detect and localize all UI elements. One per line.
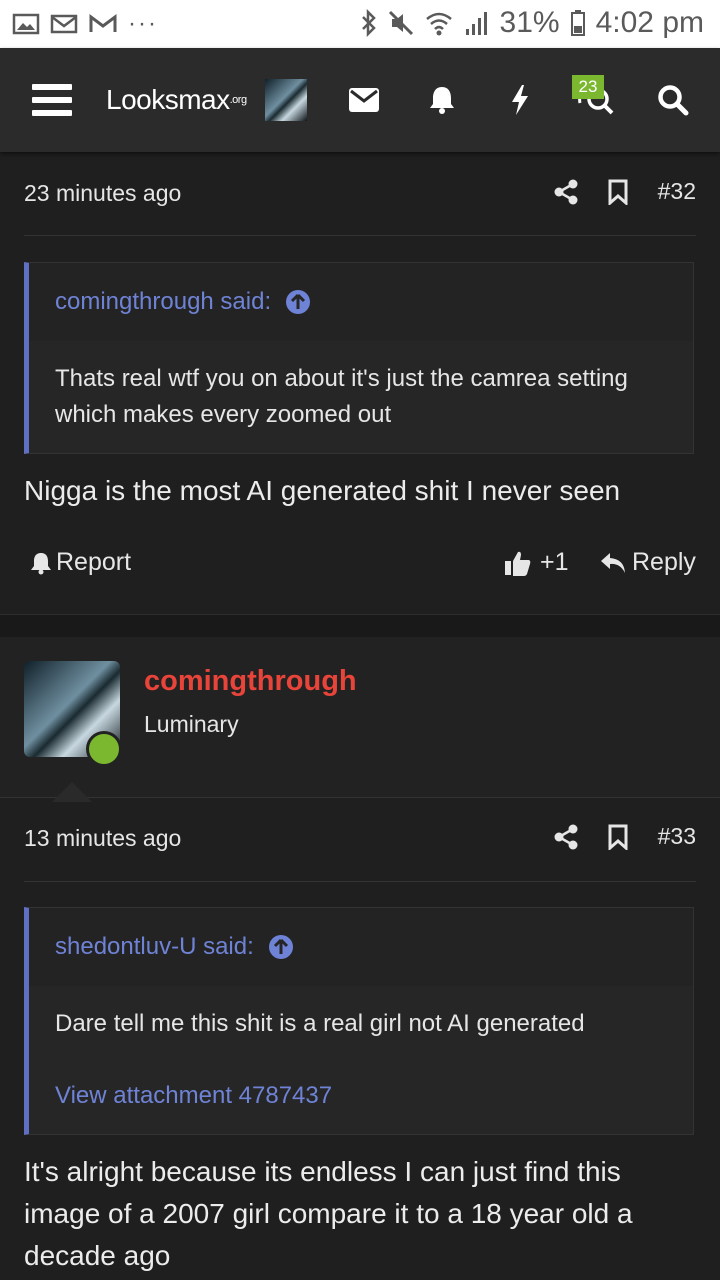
share-icon[interactable] — [554, 824, 578, 850]
search-button[interactable] — [656, 48, 690, 152]
battery-icon — [570, 10, 585, 36]
search-icon — [658, 85, 689, 116]
post-33-quote-text: Dare tell me this shit is a real girl no… — [55, 1010, 585, 1037]
wifi-icon — [425, 12, 452, 36]
post-32-actions: Report +1 Reply — [24, 544, 696, 584]
hamburger-icon — [32, 84, 72, 116]
post-32-tools: #32 — [554, 178, 696, 205]
post-33-quote-header: shedontluv-U said: — [29, 908, 693, 986]
inbox-button[interactable] — [346, 48, 382, 152]
like-count: +1 — [540, 548, 569, 576]
post-33-quote: shedontluv-U said: Dare tell me this shi… — [24, 907, 694, 1135]
battery-percent: 31% — [499, 6, 560, 39]
username[interactable]: comingthrough — [144, 665, 357, 698]
logo-text: Looksmax — [106, 84, 230, 115]
online-indicator — [86, 731, 122, 767]
post-32-quote-header: comingthrough said: — [29, 263, 693, 341]
post-33-time[interactable]: 13 minutes ago — [24, 825, 181, 852]
post-32-quote-text: Thats real wtf you on about it's just th… — [29, 341, 693, 453]
bell-icon — [430, 87, 454, 114]
post-32-body: Nigga is the most AI generated shit I ne… — [24, 475, 621, 506]
post-separator — [0, 614, 720, 638]
gmail-icon — [89, 14, 117, 32]
thumbs-up-icon — [505, 551, 531, 576]
post-33-body: It's alright because its endless I can j… — [24, 1156, 633, 1271]
conversations-badge: 23 — [572, 75, 604, 99]
top-navbar: Looksmax .org 23 — [0, 48, 720, 152]
post-33-tools: #33 — [554, 823, 696, 850]
gallery-icon — [12, 13, 40, 35]
share-icon[interactable] — [554, 179, 578, 205]
report-button[interactable]: Report — [30, 548, 131, 577]
go-to-quote-icon[interactable] — [268, 934, 294, 960]
like-button[interactable]: +1 — [504, 548, 569, 577]
post-33-quote-author[interactable]: shedontluv-U said: — [55, 933, 254, 961]
account-avatar — [265, 79, 307, 121]
signal-icon — [465, 12, 487, 35]
user-title: Luminary — [144, 711, 239, 737]
bluetooth-icon — [361, 9, 376, 37]
report-label: Report — [56, 548, 132, 576]
bookmark-icon[interactable] — [608, 824, 628, 850]
mute-icon — [388, 10, 413, 36]
reply-button[interactable]: Reply — [600, 548, 696, 577]
account-avatar-button[interactable] — [264, 48, 308, 152]
alerts-button[interactable] — [426, 48, 458, 152]
site-logo[interactable]: Looksmax .org — [106, 48, 247, 152]
status-bar: ··· 31% 4:02 pm — [0, 0, 720, 48]
post-33-user-card: comingthrough Luminary — [0, 637, 720, 802]
menu-button[interactable] — [26, 48, 78, 152]
envelope-icon — [349, 88, 379, 112]
post-33-quote-body: Dare tell me this shit is a real girl no… — [29, 986, 693, 1134]
mail-notification-icon — [50, 14, 78, 34]
go-to-quote-icon[interactable] — [285, 289, 311, 315]
whats-new-button[interactable] — [508, 48, 532, 152]
reply-arrow-icon — [601, 552, 625, 573]
lightning-icon — [512, 85, 528, 115]
post-33-divider — [24, 881, 696, 882]
more-notifications: ··· — [128, 10, 158, 37]
bookmark-icon[interactable] — [608, 179, 628, 205]
reply-label: Reply — [632, 548, 696, 576]
post-32-quote: comingthrough said: Thats real wtf you o… — [24, 262, 694, 454]
report-bell-icon — [31, 552, 51, 574]
post-32-number[interactable]: #32 — [658, 178, 696, 205]
user-card-caret — [52, 782, 92, 802]
post-32-time[interactable]: 23 minutes ago — [24, 180, 181, 207]
post-33-number[interactable]: #33 — [658, 823, 696, 850]
view-attachment-link[interactable]: View attachment 4787437 — [55, 1078, 667, 1114]
post-32-quote-author[interactable]: comingthrough said: — [55, 288, 271, 316]
post-32-divider — [24, 235, 696, 236]
logo-suffix: .org — [229, 94, 247, 106]
conversations-button[interactable] — [576, 48, 616, 152]
clock: 4:02 pm — [595, 6, 704, 39]
